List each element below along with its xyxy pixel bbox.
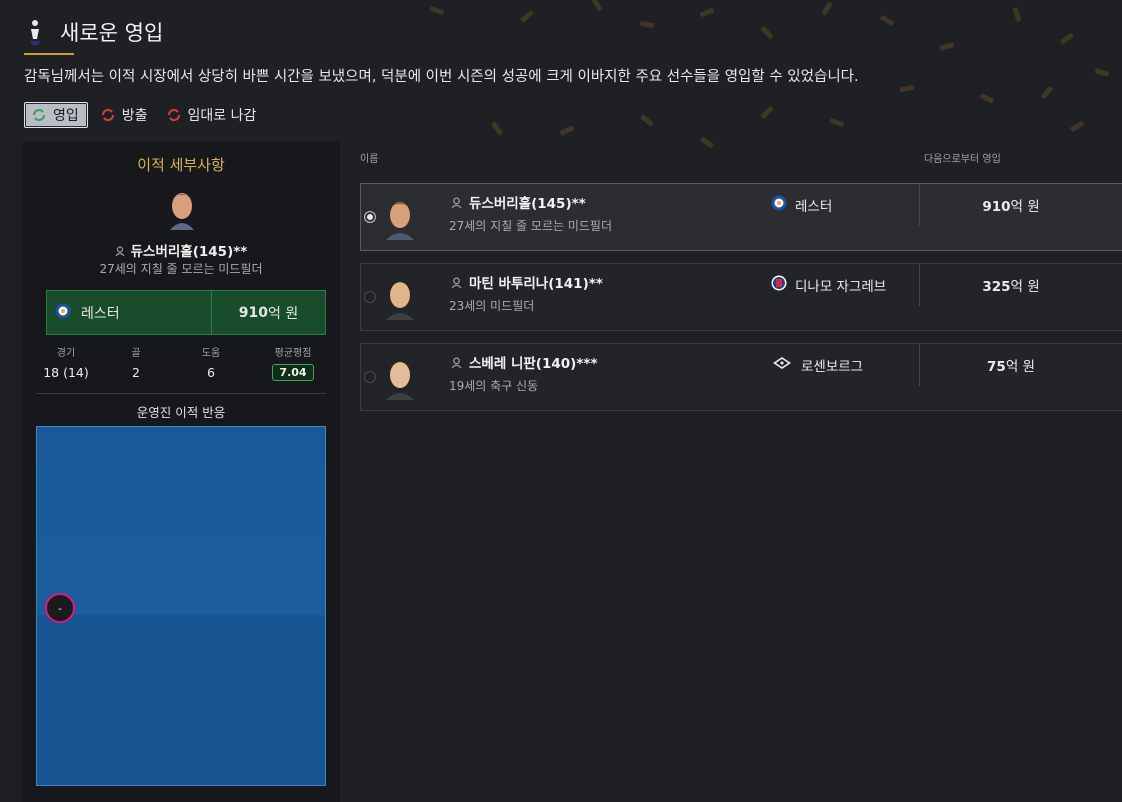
player-name[interactable]: 스베레 니판(140)*** <box>451 352 598 372</box>
board-reaction-title: 운영진 이적 반응 <box>136 405 226 420</box>
transfer-fee: 910억 원 <box>982 199 1040 215</box>
player-portrait <box>383 194 417 240</box>
person-icon <box>115 246 125 257</box>
column-divider <box>919 344 920 386</box>
filter-label: 영입 <box>53 108 79 124</box>
person-icon <box>451 356 462 368</box>
transfer-out-icon <box>100 107 116 123</box>
reaction-marker[interactable]: - <box>45 593 75 623</box>
player-description: 27세의 지칠 줄 모르는 미드필더 <box>449 219 613 233</box>
column-header-from-club[interactable]: 다음으로부터 영입 <box>924 150 1001 165</box>
column-divider <box>919 184 920 226</box>
transfer-row[interactable]: 마틴 바투리나(141)** 23세의 미드필더 디나모 자그레브 325억 원 <box>360 263 1122 331</box>
loan-out-icon <box>166 107 182 123</box>
club-crest-icon <box>24 17 46 47</box>
leicester-crest-icon <box>55 303 71 323</box>
stat-assists: 도움 6 <box>201 348 221 380</box>
page-title: 새로운 영입 <box>60 21 164 45</box>
player-portrait <box>166 186 198 230</box>
filter-label: 방출 <box>121 108 148 124</box>
page-header: 새로운 영입 <box>24 10 163 54</box>
player-name[interactable]: 마틴 바투리나(141)** <box>451 272 603 292</box>
transfer-detail-panel: 이적 세부사항 듀스버리홀(145)** 27세의 지칠 줄 모르는 미드필더 … <box>22 142 340 802</box>
filter-loans-out[interactable]: 임대로 나감 <box>166 103 257 127</box>
transfer-fee: 910억 원 <box>238 304 299 322</box>
from-club[interactable]: 레스터 <box>47 291 212 334</box>
filter-transfers-in[interactable]: 영입 <box>24 102 88 128</box>
from-club[interactable]: 레스터 <box>771 195 832 215</box>
row-select-radio[interactable] <box>364 211 376 223</box>
stat-goals: 골 2 <box>131 348 141 380</box>
transfer-filter-tabs: 영입 방출 임대로 나감 <box>24 102 274 128</box>
rating-badge: 7.04 <box>272 364 314 381</box>
player-name: 듀스버리홀(145)** <box>22 240 340 260</box>
transfer-fee: 75억 원 <box>987 359 1035 375</box>
player-portrait <box>383 354 417 400</box>
transfer-summary-box: 레스터 910 억 원 <box>46 290 326 335</box>
divider <box>36 393 326 394</box>
title-underline <box>24 53 74 55</box>
dinamo-zagreb-crest-icon <box>771 275 787 295</box>
stat-games: 경기 18 (14) <box>43 348 89 380</box>
transfer-row[interactable]: 듀스버리홀(145)** 27세의 지칠 줄 모르는 미드필더 레스터 910억… <box>360 183 1122 251</box>
filter-label: 임대로 나감 <box>187 108 257 124</box>
leicester-crest-icon <box>771 195 787 215</box>
transfer-in-icon <box>31 107 47 123</box>
row-select-radio[interactable] <box>364 291 376 303</box>
person-icon <box>451 196 462 208</box>
rosenborg-crest-icon <box>771 355 793 375</box>
column-header-name[interactable]: 이름 <box>360 150 378 165</box>
from-club[interactable]: 디나모 자그레브 <box>771 275 886 295</box>
row-select-radio[interactable] <box>364 371 376 383</box>
board-reaction-chart: - <box>36 426 326 786</box>
person-icon <box>451 276 462 288</box>
from-club-name: 레스터 <box>81 305 120 322</box>
from-club[interactable]: 로센보르그 <box>771 355 863 375</box>
player-name[interactable]: 듀스버리홀(145)** <box>451 192 586 212</box>
player-portrait <box>383 274 417 320</box>
panel-title: 이적 세부사항 <box>137 156 225 174</box>
page-description: 감독님께서는 이적 시장에서 상당히 바쁜 시간을 보냈으며, 덕분에 이번 시… <box>24 69 859 85</box>
player-description: 19세의 축구 신동 <box>449 379 539 393</box>
stat-average-rating: 평균평점 7.04 <box>258 344 328 381</box>
player-description: 27세의 지칠 줄 모르는 미드필더 <box>99 262 263 276</box>
column-divider <box>919 264 920 306</box>
transfer-fee: 325억 원 <box>982 279 1040 295</box>
player-description: 23세의 미드필더 <box>449 299 535 313</box>
filter-transfers-out[interactable]: 방출 <box>100 103 148 127</box>
transfer-row[interactable]: 스베레 니판(140)*** 19세의 축구 신동 로센보르그 75억 원 <box>360 343 1122 411</box>
